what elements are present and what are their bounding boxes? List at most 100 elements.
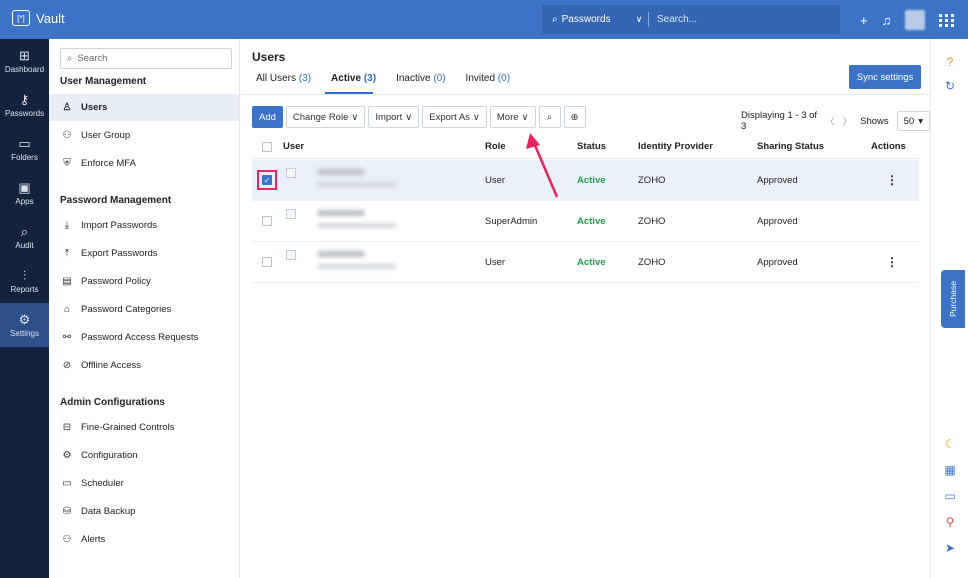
settings-icon: ⚙ xyxy=(18,311,31,327)
user-icon: ♙ xyxy=(62,102,72,113)
sidebar-item-label: Password Policy xyxy=(81,276,151,287)
folder-icon: ▭ xyxy=(18,135,31,151)
tab-all-users[interactable]: All Users (3) xyxy=(256,73,311,84)
user-group-icon: ⚇ xyxy=(62,130,72,141)
export-icon: ⤒ xyxy=(64,248,70,259)
sidebar-item-label: User Group xyxy=(81,130,131,141)
row-checkbox[interactable] xyxy=(262,216,272,226)
sharing-status-cell: Approved xyxy=(757,257,798,268)
purchase-button[interactable]: Purchase xyxy=(941,270,965,328)
section-title-user-management: User Management xyxy=(60,76,147,87)
page-size-select[interactable]: 50 ▾ xyxy=(896,111,930,131)
sidebar-item-fine-grained-controls[interactable]: ⊟ Fine-Grained Controls xyxy=(49,414,239,441)
nav-passwords[interactable]: ⚷ Passwords xyxy=(0,83,49,127)
table-row[interactable]: User Active ZOHO Approved ⋮ xyxy=(252,242,919,283)
tab-active[interactable]: Active (3) xyxy=(331,73,376,84)
column-header-status: Status xyxy=(577,141,607,152)
avatar[interactable] xyxy=(905,10,926,30)
row-checkbox[interactable] xyxy=(262,257,272,267)
categories-icon: ⌂ xyxy=(63,304,71,315)
redacted-user-name xyxy=(317,169,365,175)
table-row[interactable]: SuperAdmin Active ZOHO Approved xyxy=(252,201,919,242)
moon-icon[interactable]: ☾ xyxy=(941,435,959,453)
main-content: Users All Users (3) Active (3) Inactive … xyxy=(241,39,930,578)
global-search-input[interactable]: Search... xyxy=(657,14,697,25)
sync-settings-button[interactable]: Sync settings xyxy=(849,65,921,89)
app-grid-icon[interactable] xyxy=(939,12,955,28)
table-row[interactable]: ✓ User Active ZOHO Approved ⋮ xyxy=(252,160,919,201)
brand[interactable]: [*] Vault xyxy=(12,10,65,26)
next-page-icon[interactable]: 〉 xyxy=(843,114,853,128)
nav-reports[interactable]: ⫶ Reports xyxy=(0,259,49,303)
section-title-admin-configurations: Admin Configurations xyxy=(60,397,165,408)
advanced-search-button[interactable]: ⊕ xyxy=(563,106,586,128)
pagination: Displaying 1 - 3 of 3 〈 〉 Shows 50 ▾ xyxy=(741,110,930,132)
sidebar-item-password-policy[interactable]: ▤ Password Policy xyxy=(49,268,239,295)
tab-invited[interactable]: Invited (0) xyxy=(466,73,510,84)
nav-settings[interactable]: ⚙ Settings xyxy=(0,303,49,347)
calendar-icon[interactable]: ▦ xyxy=(941,461,959,479)
sidebar-item-password-categories[interactable]: ⌂ Password Categories xyxy=(49,296,239,323)
nav-folders[interactable]: ▭ Folders xyxy=(0,127,49,171)
tabs-divider xyxy=(241,94,930,95)
help-icon[interactable]: ? xyxy=(941,53,959,71)
change-role-button[interactable]: Change Role ∨ xyxy=(285,106,366,128)
chevron-down-icon[interactable]: ∨ xyxy=(630,14,648,25)
sidebar-item-password-access-requests[interactable]: ⚯ Password Access Requests xyxy=(49,324,239,351)
sidebar-item-label: Import Passwords xyxy=(81,220,158,231)
sidebar-item-configuration[interactable]: ⚙ Configuration xyxy=(49,442,239,469)
column-header-role: Role xyxy=(485,141,506,152)
send-icon[interactable]: ➤ xyxy=(941,539,959,557)
tab-inactive[interactable]: Inactive (0) xyxy=(396,73,445,84)
alerts-icon: ⚇ xyxy=(62,534,72,545)
sidebar-item-offline-access[interactable]: ⊘ Offline Access xyxy=(49,352,239,379)
nav-label: Dashboard xyxy=(4,64,45,74)
more-button[interactable]: More ∨ xyxy=(489,106,536,128)
add-icon[interactable]: + xyxy=(860,13,868,28)
change-role-label: Change Role xyxy=(292,111,349,123)
identity-provider-cell: ZOHO xyxy=(638,216,666,227)
sidebar-item-data-backup[interactable]: ⛁ Data Backup xyxy=(49,498,239,525)
import-button[interactable]: Import ∨ xyxy=(368,106,420,128)
tab-count: (3) xyxy=(298,73,312,84)
chat-icon[interactable]: ▭ xyxy=(941,487,959,505)
sidebar-item-label: Users xyxy=(81,102,108,113)
sidebar-item-label: Configuration xyxy=(81,450,138,461)
user-status-tabs: All Users (3) Active (3) Inactive (0) In… xyxy=(256,73,510,84)
sidebar-item-export-passwords[interactable]: ⤒ Export Passwords xyxy=(49,240,239,267)
search-scope-selector[interactable]: ⌕ Passwords xyxy=(542,14,630,25)
prev-page-icon[interactable]: 〈 xyxy=(825,114,835,128)
select-all-checkbox[interactable] xyxy=(262,142,272,152)
sidebar-item-users[interactable]: ♙ Users xyxy=(49,94,239,121)
redacted-user-email xyxy=(317,264,397,269)
sidebar-item-label: Offline Access xyxy=(81,360,142,371)
chevron-down-icon: ∨ xyxy=(521,111,529,123)
refresh-icon[interactable]: ↻ xyxy=(941,77,959,95)
sharing-status-cell: Approved xyxy=(757,216,798,227)
search-button[interactable]: ⌕ xyxy=(538,106,561,128)
kebab-menu-icon[interactable]: ⋮ xyxy=(886,256,898,268)
dashboard-icon: ⊞ xyxy=(19,47,30,63)
sidebar-item-user-group[interactable]: ⚇ User Group xyxy=(49,122,239,149)
kebab-menu-icon[interactable]: ⋮ xyxy=(886,174,898,186)
nav-dashboard[interactable]: ⊞ Dashboard xyxy=(0,39,49,83)
sidebar-item-scheduler[interactable]: ▭ Scheduler xyxy=(49,470,239,497)
settings-search-input[interactable]: ⌕ Search xyxy=(60,48,232,69)
sidebar-item-import-passwords[interactable]: ⤓ Import Passwords xyxy=(49,212,239,239)
bell-icon[interactable]: ♫ xyxy=(882,13,892,28)
nav-audit[interactable]: ⌕ Audit xyxy=(0,215,49,259)
export-as-label: Export As xyxy=(429,111,470,123)
nav-apps[interactable]: ▣ Apps xyxy=(0,171,49,215)
sidebar-item-alerts[interactable]: ⚇ Alerts xyxy=(49,526,239,553)
reports-icon: ⫶ xyxy=(22,267,27,283)
sidebar-item-enforce-mfa[interactable]: ⛨ Enforce MFA xyxy=(49,150,239,177)
redacted-user-email xyxy=(317,223,397,228)
column-header-user: User xyxy=(283,141,305,152)
tab-count: (0) xyxy=(497,73,511,84)
export-as-button[interactable]: Export As ∨ xyxy=(422,106,487,128)
mfa-icon: ⛨ xyxy=(63,158,71,169)
tab-label: Active xyxy=(331,73,362,84)
location-icon[interactable]: ⚲ xyxy=(941,513,959,531)
offline-icon: ⊘ xyxy=(62,360,72,371)
add-button[interactable]: Add xyxy=(252,106,283,128)
